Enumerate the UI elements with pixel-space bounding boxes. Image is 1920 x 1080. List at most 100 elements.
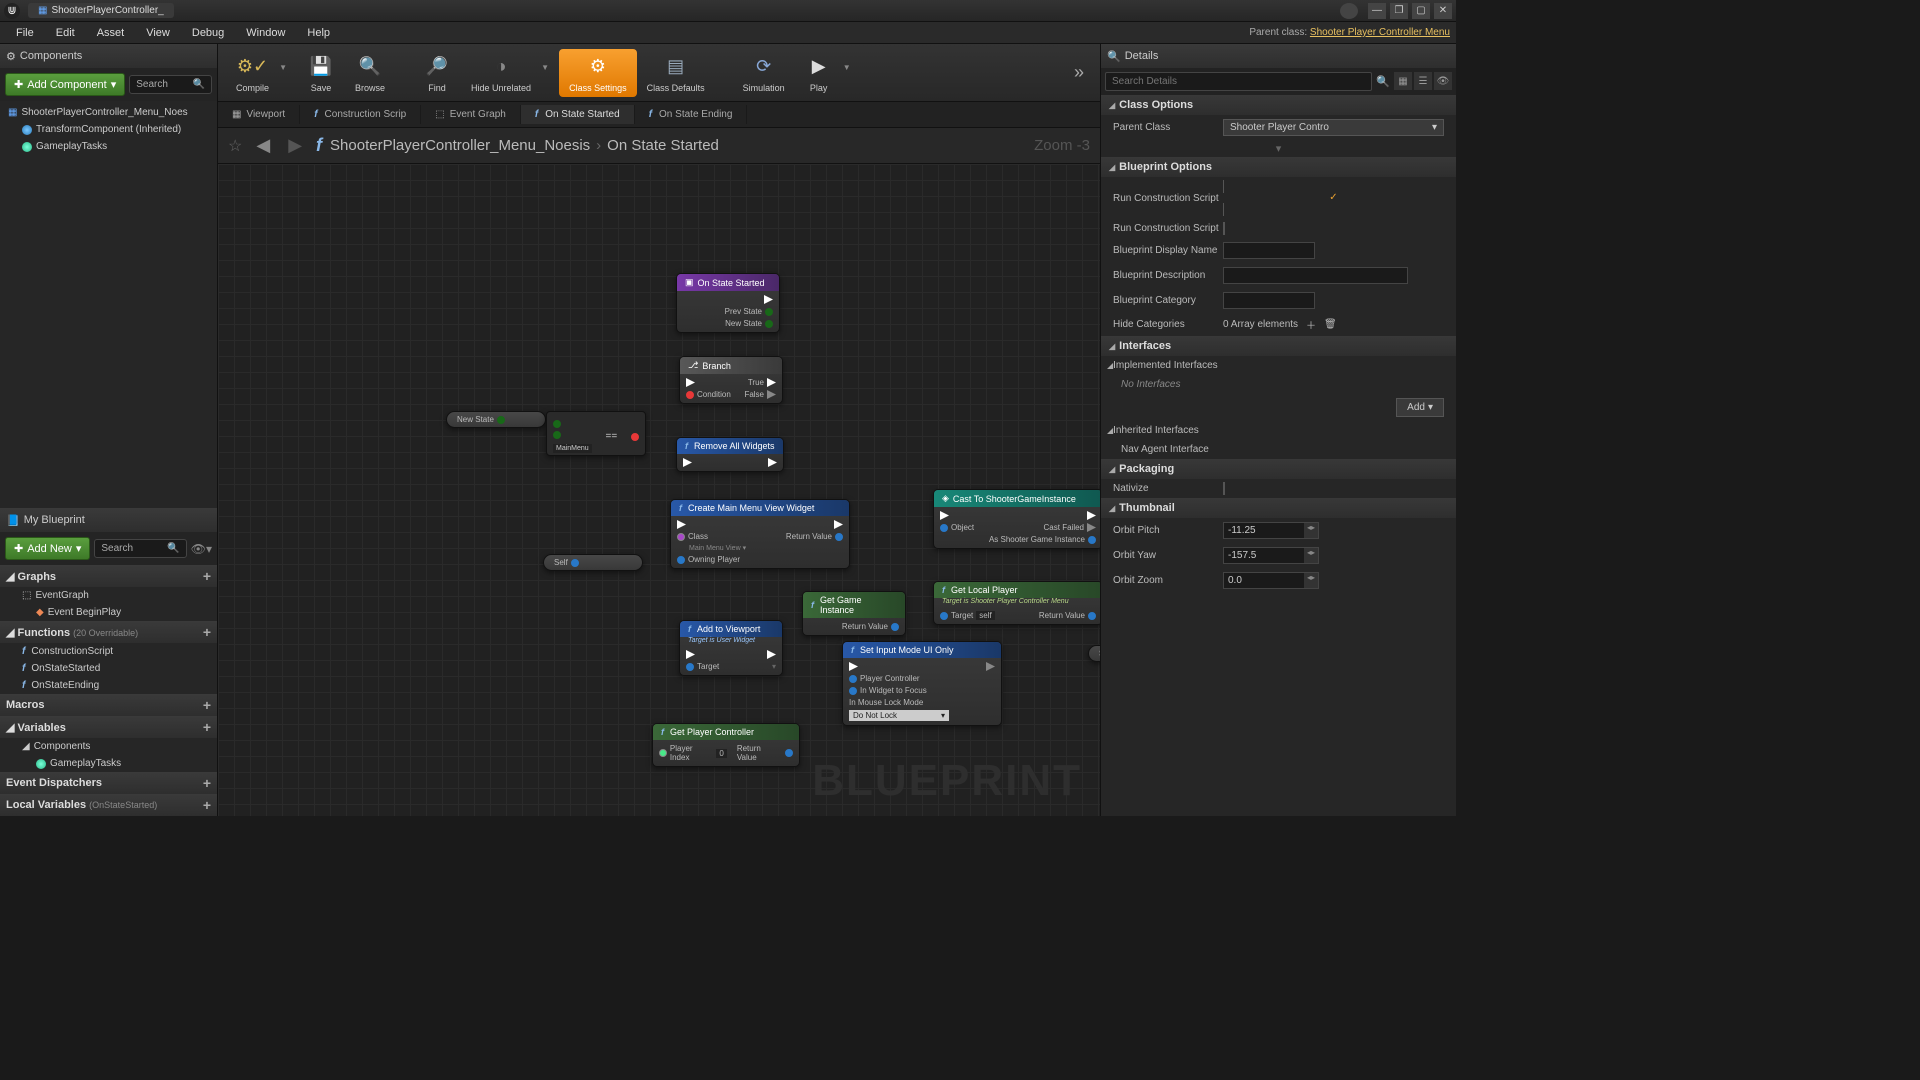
- menu-window[interactable]: Window: [236, 25, 295, 41]
- view-grid-icon[interactable]: ▦: [1394, 72, 1412, 90]
- add-variable-icon[interactable]: +: [203, 719, 211, 735]
- details-header[interactable]: 🔍Details: [1101, 44, 1456, 68]
- menu-debug[interactable]: Debug: [182, 25, 234, 41]
- menu-help[interactable]: Help: [297, 25, 340, 41]
- functions-section[interactable]: ◢ Functions (20 Overridable)+: [0, 621, 217, 643]
- view-options-icon[interactable]: 👁▾: [191, 542, 212, 556]
- add-interface-button[interactable]: Add ▾: [1396, 398, 1444, 417]
- source-control-icon[interactable]: [1340, 3, 1358, 19]
- node-newstate[interactable]: New State: [446, 411, 546, 428]
- restore-button[interactable]: ❐: [1390, 3, 1408, 19]
- cat-thumbnail[interactable]: ◢Thumbnail: [1101, 498, 1456, 518]
- simulation-button[interactable]: ⟳Simulation: [733, 49, 795, 97]
- node-getlocalplayer[interactable]: fGet Local Player Target is Shooter Play…: [933, 581, 1100, 625]
- node-createwidget[interactable]: fCreate Main Menu View Widget ClassMain …: [670, 499, 850, 569]
- cat-interfaces[interactable]: ◢Interfaces: [1101, 336, 1456, 356]
- document-tab[interactable]: ▦ShooterPlayerController_: [28, 3, 174, 18]
- myblueprint-search[interactable]: Search🔍: [94, 539, 186, 558]
- node-removewidgets[interactable]: fRemove All Widgets: [676, 437, 784, 472]
- add-element-icon[interactable]: ＋: [1306, 317, 1316, 332]
- maximize-button[interactable]: ▢: [1412, 3, 1430, 19]
- nav-back-icon[interactable]: ◀: [252, 135, 274, 156]
- graph-eventgraph[interactable]: ⬚EventGraph: [0, 587, 217, 604]
- dispatchers-section[interactable]: Event Dispatchers+: [0, 772, 217, 794]
- category-field[interactable]: [1223, 292, 1315, 309]
- minimize-button[interactable]: —: [1368, 3, 1386, 19]
- add-macro-icon[interactable]: +: [203, 697, 211, 713]
- details-search[interactable]: [1105, 72, 1372, 91]
- graph-canvas[interactable]: BLUEPRINT ▣On State Started Prev State N…: [218, 164, 1100, 816]
- tab-viewport[interactable]: ▦Viewport: [218, 105, 300, 124]
- node-branch[interactable]: ⎇Branch Condition TrueFalse: [679, 356, 783, 404]
- add-new-button[interactable]: ✚ Add New ▾: [5, 537, 90, 560]
- browse-button[interactable]: 🔍Browse: [345, 49, 395, 97]
- tab-onstatestarted[interactable]: fOn State Started: [521, 105, 635, 124]
- variables-section[interactable]: ◢ Variables+: [0, 716, 217, 738]
- view-options-icon[interactable]: 👁: [1434, 72, 1452, 90]
- event-beginplay[interactable]: ◆Event BeginPlay: [0, 604, 217, 621]
- component-transform[interactable]: TransformComponent (Inherited): [0, 121, 217, 138]
- orbit-yaw-spinner[interactable]: ◂▸: [1223, 547, 1319, 564]
- add-graph-icon[interactable]: +: [203, 568, 211, 584]
- tab-onstateending[interactable]: fOn State Ending: [635, 105, 748, 124]
- save-button[interactable]: 💾Save: [297, 49, 345, 97]
- locals-section[interactable]: Local Variables (OnStateStarted)+: [0, 794, 217, 816]
- nav-forward-icon[interactable]: ▶: [284, 135, 306, 156]
- description-field[interactable]: [1223, 267, 1408, 284]
- fn-onstateending[interactable]: fOnStateEnding: [0, 677, 217, 694]
- node-getgameinstance[interactable]: fGet Game Instance Return Value: [802, 591, 906, 636]
- menu-asset[interactable]: Asset: [87, 25, 135, 41]
- clear-array-icon[interactable]: 🗑: [1324, 319, 1337, 330]
- menu-view[interactable]: View: [136, 25, 180, 41]
- node-setinputmode[interactable]: fSet Input Mode UI Only Player Controlle…: [842, 641, 1002, 726]
- view-list-icon[interactable]: ☰: [1414, 72, 1432, 90]
- macros-section[interactable]: Macros+: [0, 694, 217, 716]
- cat-blueprint-options[interactable]: ◢Blueprint Options: [1101, 157, 1456, 177]
- component-gameplay[interactable]: GameplayTasks: [0, 138, 217, 155]
- orbit-pitch-spinner[interactable]: ◂▸: [1223, 522, 1319, 539]
- var-gameplaytasks[interactable]: GameplayTasks: [0, 755, 217, 772]
- run-construction-checkbox-2[interactable]: [1223, 222, 1225, 235]
- parent-class-link[interactable]: Shooter Player Controller Menu: [1310, 27, 1450, 38]
- breadcrumb-leaf[interactable]: On State Started: [607, 137, 719, 154]
- fn-construction[interactable]: fConstructionScript: [0, 643, 217, 660]
- breadcrumb-root[interactable]: ShooterPlayerController_Menu_Noesis: [330, 137, 590, 154]
- add-component-button[interactable]: ✚ Add Component ▾: [5, 73, 125, 96]
- components-search[interactable]: Search🔍: [129, 75, 212, 94]
- class-defaults-button[interactable]: ▤Class Defaults: [637, 49, 715, 97]
- class-settings-button[interactable]: ⚙Class Settings: [559, 49, 637, 97]
- component-root[interactable]: ▦ShooterPlayerController_Menu_Noes: [0, 104, 217, 121]
- close-button[interactable]: ✕: [1434, 3, 1452, 19]
- fn-onstatestarted[interactable]: fOnStateStarted: [0, 660, 217, 677]
- node-getplayercontroller[interactable]: fGet Player Controller Player Index 0Ret…: [652, 723, 800, 767]
- add-function-icon[interactable]: +: [203, 624, 211, 640]
- node-self[interactable]: Self: [543, 554, 643, 571]
- orbit-zoom-spinner[interactable]: ◂▸: [1223, 572, 1319, 589]
- toolbar-overflow-icon[interactable]: »: [1066, 62, 1092, 83]
- graphs-section[interactable]: ◢ Graphs+: [0, 565, 217, 587]
- favorite-icon[interactable]: ☆: [228, 136, 242, 156]
- node-onstatestarted[interactable]: ▣On State Started Prev State New State: [676, 273, 780, 333]
- find-button[interactable]: 🔎Find: [413, 49, 461, 97]
- nativize-checkbox[interactable]: [1223, 482, 1225, 495]
- menu-file[interactable]: File: [6, 25, 44, 41]
- parent-class-combo[interactable]: Shooter Player Contro▾: [1223, 119, 1444, 136]
- menu-edit[interactable]: Edit: [46, 25, 85, 41]
- cat-class-options[interactable]: ◢Class Options: [1101, 95, 1456, 115]
- compile-button[interactable]: ⚙✓Compile▼: [226, 49, 279, 97]
- variables-components[interactable]: ◢ Components: [0, 738, 217, 755]
- node-equals[interactable]: MainMenu==: [546, 411, 646, 456]
- node-addviewport[interactable]: fAdd to Viewport Target is User Widget T…: [679, 620, 783, 676]
- add-local-icon[interactable]: +: [203, 797, 211, 813]
- myblueprint-panel-header[interactable]: 📘My Blueprint: [0, 508, 217, 532]
- components-panel-header[interactable]: ⚙Components: [0, 44, 217, 68]
- hide-unrelated-button[interactable]: ◑Hide Unrelated▼: [461, 49, 541, 97]
- play-button[interactable]: ▶Play▼: [795, 49, 843, 97]
- tab-construction[interactable]: fConstruction Scrip: [300, 105, 421, 124]
- node-self-2[interactable]: Self: [1088, 645, 1100, 662]
- tab-eventgraph[interactable]: ⬚Event Graph: [421, 105, 521, 124]
- node-cast[interactable]: ◈Cast To ShooterGameInstance ObjectCast …: [933, 489, 1100, 549]
- cat-packaging[interactable]: ◢Packaging: [1101, 459, 1456, 479]
- display-name-field[interactable]: [1223, 242, 1315, 259]
- add-dispatcher-icon[interactable]: +: [203, 775, 211, 791]
